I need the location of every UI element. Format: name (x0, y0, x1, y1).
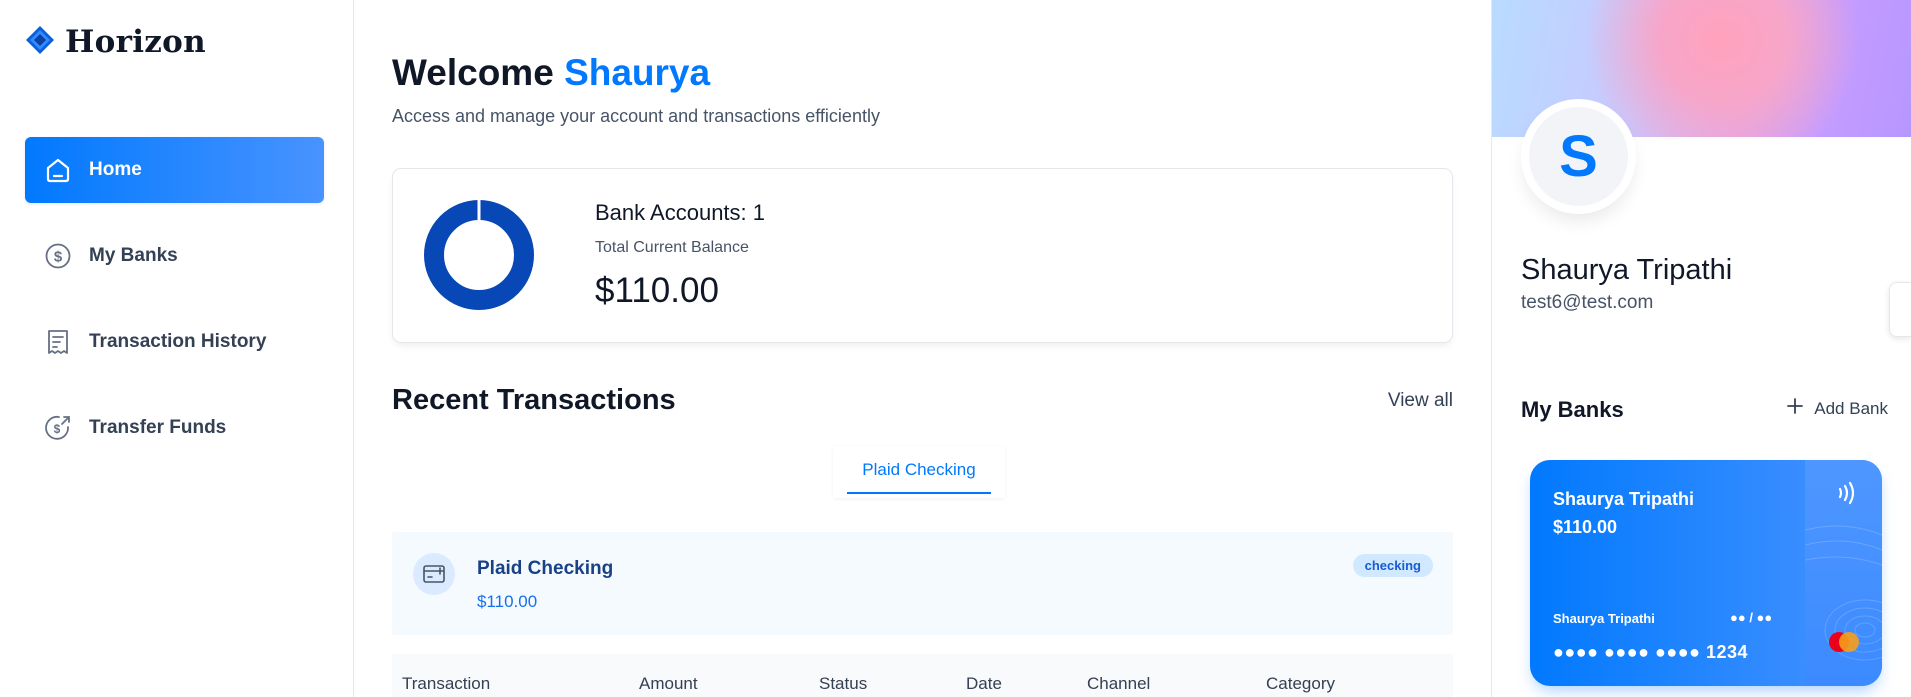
sidebar-item-label: Transaction History (89, 331, 267, 352)
sidebar-item-label: Transfer Funds (89, 417, 227, 438)
brand-logo[interactable]: Horizon (25, 24, 206, 60)
card-bank-name: Shaurya Tripathi (1553, 489, 1695, 509)
account-type-badge: checking (1352, 554, 1433, 577)
sidebar-item-label: Home (89, 159, 142, 180)
tab-active-indicator (847, 492, 991, 494)
contactless-icon (1834, 480, 1860, 511)
right-sidebar: S Shaurya Tripathi test6@test.com My Ban… (1491, 0, 1911, 697)
horizon-logo-icon (25, 25, 55, 60)
card-expiry: ●● / ●● (1730, 610, 1773, 625)
card-number: ●●●● ●●●● ●●●● 1234 (1553, 642, 1749, 662)
card-holder-name: Shaurya Tripathi (1553, 611, 1655, 626)
bank-info-panel[interactable]: Plaid Checking $110.00 checking (392, 532, 1453, 635)
page-title: Welcome Shaurya (392, 52, 710, 94)
profile-email: test6@test.com (1521, 292, 1654, 313)
main-content: Welcome Shaurya Access and manage your a… (355, 0, 1490, 697)
plus-icon (1786, 397, 1804, 420)
side-panel-handle[interactable] (1889, 282, 1911, 337)
sidebar-item-transaction-history[interactable]: Transaction History (25, 309, 324, 375)
svg-text:$: $ (54, 422, 61, 436)
column-header-amount: Amount (639, 674, 698, 693)
view-all-link[interactable]: View all (1388, 390, 1453, 412)
page-subtitle: Access and manage your account and trans… (392, 106, 880, 126)
tab-plaid-checking[interactable]: Plaid Checking (833, 446, 1005, 498)
bank-card-icon (413, 553, 455, 595)
avatar: S (1521, 99, 1636, 214)
welcome-prefix: Welcome (392, 52, 554, 93)
column-header-channel: Channel (1087, 674, 1151, 693)
column-header-date: Date (966, 674, 1002, 693)
transactions-table-header: Transaction Amount Status Date Channel C… (392, 654, 1453, 697)
column-header-category: Category (1266, 674, 1335, 693)
tab-label: Plaid Checking (862, 460, 976, 479)
receipt-icon (43, 327, 73, 357)
left-sidebar: Horizon Home $ My Banks Transaction Hist… (0, 0, 354, 697)
recent-transactions-title: Recent Transactions (392, 384, 676, 416)
sidebar-nav: Home $ My Banks Transaction History $ Tr… (25, 137, 324, 481)
bank-card[interactable]: Shaurya Tripathi $110.00 Shaurya Tripath… (1530, 460, 1882, 686)
sidebar-item-label: My Banks (89, 245, 178, 266)
sidebar-item-my-banks[interactable]: $ My Banks (25, 223, 324, 289)
svg-text:$: $ (54, 249, 63, 266)
bank-info-amount: $110.00 (477, 592, 538, 611)
add-bank-label: Add Bank (1814, 398, 1888, 418)
column-header-status: Status (819, 674, 868, 693)
dollar-circle-icon: $ (43, 241, 73, 271)
brand-name: Horizon (65, 24, 206, 60)
mastercard-icon (1826, 630, 1862, 654)
card-balance: $110.00 (1553, 517, 1618, 537)
home-icon (43, 155, 73, 185)
total-balance-label: Total Current Balance (595, 239, 749, 256)
total-balance-value: $110.00 (595, 271, 719, 310)
add-bank-button[interactable]: Add Bank (1786, 397, 1888, 420)
bank-info-name: Plaid Checking (477, 558, 614, 579)
profile-name: Shaurya Tripathi (1521, 254, 1733, 286)
welcome-user-name: Shaurya (564, 52, 711, 93)
column-header-transaction: Transaction (402, 674, 491, 693)
app-root: Horizon Home $ My Banks Transaction Hist… (0, 0, 1911, 697)
sidebar-item-home[interactable]: Home (25, 137, 324, 203)
total-balance-card: Bank Accounts: 1 Total Current Balance $… (392, 168, 1453, 343)
bank-accounts-count: Bank Accounts: 1 (595, 200, 765, 225)
balance-donut-chart (424, 199, 534, 310)
my-banks-title: My Banks (1521, 397, 1624, 422)
money-send-icon: $ (43, 413, 73, 443)
sidebar-item-transfer-funds[interactable]: $ Transfer Funds (25, 395, 324, 461)
